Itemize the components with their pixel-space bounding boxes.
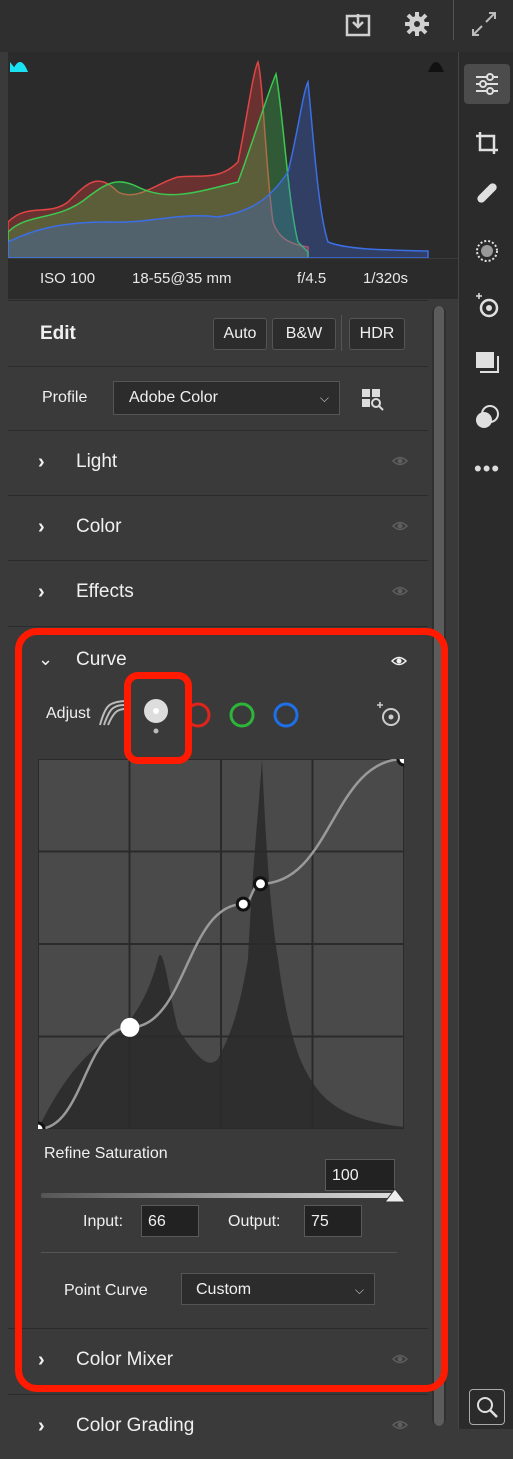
profile-value: Adobe Color [129, 389, 218, 406]
crop-icon[interactable] [474, 130, 500, 156]
healing-icon[interactable] [474, 180, 500, 206]
section-light[interactable]: › Light [8, 430, 428, 495]
section-effects[interactable]: › Effects [8, 560, 428, 625]
histogram [7, 52, 458, 259]
eye-icon [392, 521, 408, 531]
section-title: Color [76, 516, 122, 537]
divider [453, 0, 454, 40]
iso-value: ISO 100 [40, 270, 96, 287]
section-title: Light [76, 451, 118, 472]
profile-browser-icon[interactable] [360, 387, 384, 411]
tool-rail: ••• [458, 52, 513, 1429]
exif-bar: ISO 100 18-55@35 mm f/4.5 1/320s [8, 258, 458, 299]
aperture-value: f/4.5 [297, 270, 327, 287]
bw-button[interactable]: B&W [272, 318, 336, 350]
eye-icon [392, 1420, 408, 1430]
annotation-highlight-curve [15, 628, 448, 1392]
section-title: Effects [76, 581, 134, 602]
shadow-clipping-icon [12, 62, 28, 72]
section-title: Color Grading [76, 1415, 195, 1436]
highlight-clipping-icon [428, 62, 444, 72]
profile-select[interactable]: Adobe Color ⌵ [113, 381, 340, 415]
zoom-icon[interactable] [469, 1389, 505, 1425]
shutter-value: 1/320s [363, 270, 409, 287]
lens-value: 18-55@35 mm [132, 270, 232, 287]
top-bar [0, 0, 513, 52]
section-color[interactable]: › Color [8, 495, 428, 560]
section-color-grading[interactable]: › Color Grading [8, 1394, 428, 1459]
eye-icon [392, 586, 408, 596]
mask-icon[interactable] [474, 238, 500, 264]
profile-row: Profile Adobe Color ⌵ [8, 366, 428, 431]
expand-icon[interactable] [470, 10, 498, 38]
annotation-highlight-point-curve [124, 672, 192, 764]
profile-label: Profile [42, 389, 88, 406]
divider [341, 315, 342, 351]
sliders-icon[interactable] [464, 64, 510, 104]
chevron-right-icon: › [38, 451, 45, 473]
chevron-down-icon: ⌵ [319, 391, 329, 405]
chevron-right-icon: › [38, 581, 45, 603]
gear-icon[interactable] [403, 10, 431, 38]
eye-icon [392, 456, 408, 466]
hdr-button[interactable]: HDR [349, 318, 405, 350]
edit-header: Edit Auto B&W HDR [8, 300, 428, 367]
auto-button[interactable]: Auto [213, 318, 267, 350]
presets-icon[interactable] [474, 350, 500, 376]
chevron-right-icon: › [38, 1415, 45, 1437]
more-icon[interactable]: ••• [474, 456, 500, 482]
red-eye-icon[interactable] [474, 292, 500, 318]
edit-title: Edit [40, 323, 76, 344]
chevron-right-icon: › [38, 516, 45, 538]
snapshot-icon[interactable] [474, 404, 500, 430]
download-icon[interactable] [344, 10, 372, 38]
